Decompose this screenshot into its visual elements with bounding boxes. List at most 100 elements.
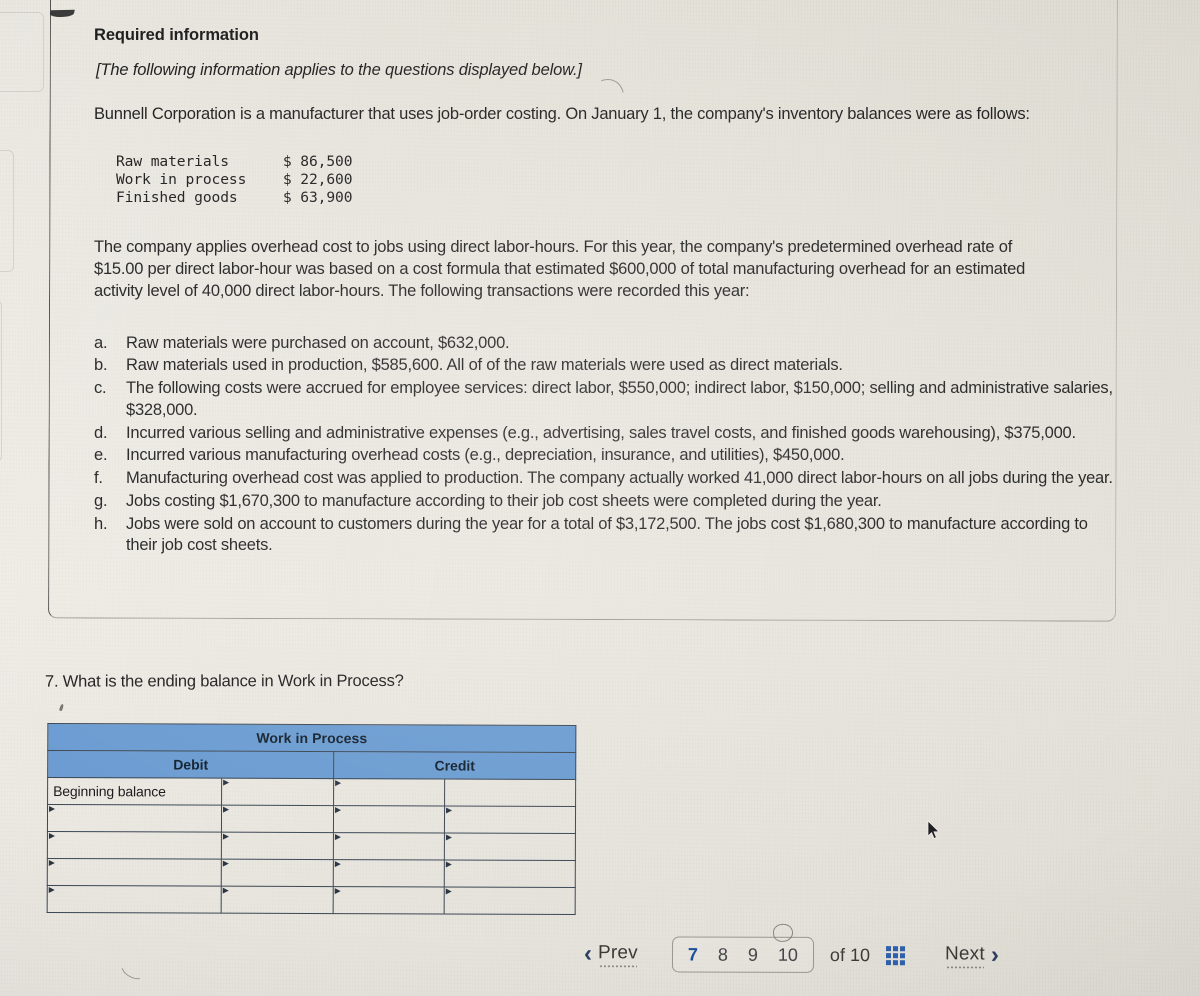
intro-paragraph: Bunnell Corporation is a manufacturer th… [94, 105, 1030, 123]
dropdown-caret-icon[interactable] [334, 888, 341, 895]
background-ghost-panel [0, 300, 2, 462]
debit-amount-cell[interactable] [221, 832, 334, 860]
list-item-text: Incurred various selling and administrat… [126, 423, 1076, 442]
dropdown-caret-icon[interactable] [446, 807, 453, 814]
debit-label-text [48, 818, 221, 819]
grid-dot [885, 959, 891, 965]
credit-amount-cell[interactable] [444, 833, 576, 861]
credit-label-cell[interactable] [333, 832, 445, 861]
list-item-text: Incurred various manufacturing overhead … [126, 446, 845, 465]
debit-label-cell[interactable] [47, 885, 222, 914]
card-content: Required information [The following info… [94, 26, 1113, 558]
dropdown-caret-icon[interactable] [334, 834, 341, 841]
list-item: c. The following costs were accrued for e… [94, 378, 1116, 422]
credit-amount-cell[interactable] [444, 887, 576, 915]
debit-amount-cell[interactable] [221, 778, 334, 806]
overhead-paragraph: The company applies overhead cost to job… [94, 237, 1026, 300]
credit-label-cell[interactable] [333, 778, 445, 807]
table-body: Beginning balance [47, 777, 576, 915]
page-number-10[interactable]: 10 [769, 945, 807, 965]
dropdown-caret-icon[interactable] [223, 779, 230, 786]
dropdown-caret-icon[interactable] [222, 860, 229, 867]
debit-amount-cell[interactable] [221, 805, 334, 833]
dropdown-caret-icon[interactable] [48, 832, 55, 840]
opening-inventory-balances: Raw materials $ 86,500 Work in process $ 2… [116, 153, 1084, 207]
page-number-9[interactable]: 9 [739, 945, 767, 965]
list-item: h. Jobs were sold on account to customers… [94, 514, 1116, 558]
dropdown-caret-icon[interactable] [222, 833, 229, 840]
debit-label-text: Beginning balance [53, 783, 166, 800]
credit-label-cell[interactable] [333, 886, 445, 915]
table-row [47, 831, 576, 861]
next-button[interactable]: Next [945, 943, 985, 967]
stray-pen-squiggle [116, 952, 152, 984]
list-item-text: Manufacturing overhead cost was applied … [126, 469, 1113, 488]
credit-amount-cell[interactable] [444, 860, 576, 888]
debit-label-text [48, 899, 221, 900]
dropdown-caret-icon[interactable] [335, 807, 342, 814]
dropdown-caret-icon[interactable] [223, 806, 230, 813]
prev-chevron-icon[interactable]: ‹ [578, 940, 598, 967]
dropdown-caret-icon[interactable] [445, 861, 452, 868]
table-title-row: Work in Process [47, 723, 576, 753]
work-in-process-table: Work in Process Debit Credit Beginning b… [47, 723, 577, 915]
list-item: a. Raw materials were purchased on accoun… [94, 333, 1116, 355]
background-ghost-panel [0, 12, 44, 92]
debit-label-cell[interactable] [47, 831, 222, 860]
dropdown-caret-icon[interactable] [445, 834, 452, 841]
dropdown-caret-icon[interactable] [48, 886, 55, 894]
debit-label-cell[interactable] [47, 804, 222, 833]
list-item-letter: e. [94, 446, 108, 465]
grid-3x3-icon[interactable] [885, 945, 906, 965]
table-title: Work in Process [47, 723, 576, 753]
balance-amount: $ 63,900 [282, 188, 353, 206]
grid-dot [899, 959, 905, 965]
dropdown-caret-icon[interactable] [334, 861, 341, 868]
dropdown-caret-icon[interactable] [445, 888, 452, 895]
next-chevron-icon[interactable]: › [985, 941, 1005, 968]
credit-label-cell[interactable] [333, 805, 445, 834]
credit-amount-cell[interactable] [444, 806, 576, 834]
balance-amount: $ 22,600 [282, 170, 353, 188]
photographed-page-background: Required information [The following info… [0, 0, 1200, 996]
prev-button[interactable]: Prev [598, 942, 638, 966]
page-title: Required information [94, 26, 259, 44]
debit-label-cell[interactable] [47, 858, 222, 887]
list-item-text: Jobs were sold on account to customers d… [126, 514, 1088, 555]
debit-label-cell[interactable]: Beginning balance [47, 777, 222, 806]
list-item-letter: f. [94, 469, 103, 488]
balance-amount: $ 86,500 [282, 152, 353, 170]
page-number-8[interactable]: 8 [709, 945, 737, 965]
balance-label: Finished goods [116, 188, 238, 206]
page-number-7[interactable]: 7 [679, 945, 707, 965]
list-item-text: Jobs costing $1,670,300 to manufacture a… [126, 491, 882, 510]
dropdown-caret-icon[interactable] [49, 805, 56, 813]
balance-row: Finished goods $ 63,900 [116, 188, 353, 206]
debit-amount-cell[interactable] [221, 859, 334, 887]
list-item-text: Raw materials used in production, $585,6… [126, 356, 843, 375]
grid-dot [885, 952, 892, 958]
list-item-letter: d. [94, 423, 108, 442]
list-item: f. Manufacturing overhead cost was applie… [94, 468, 1116, 490]
list-item-letter: g. [94, 491, 108, 510]
credit-amount-cell[interactable] [444, 779, 576, 807]
question-number: 7. [44, 672, 59, 691]
credit-label-cell[interactable] [333, 859, 445, 888]
page-number-group[interactable]: 7 8 9 10 [671, 936, 815, 973]
dropdown-caret-icon[interactable] [48, 859, 55, 867]
dropdown-caret-icon[interactable] [222, 887, 229, 894]
list-item: d. Incurred various selling and administr… [94, 423, 1116, 445]
table-row [47, 858, 576, 888]
list-item-letter: a. [94, 333, 108, 352]
applies-note: [The following information applies to th… [96, 61, 582, 79]
list-item-letter: b. [94, 356, 108, 375]
pagination-bar: ‹ Prev 7 8 9 10 of 10 Next › [578, 922, 1098, 978]
question-prompt: 7. What is the ending balance in Work in… [45, 671, 665, 691]
debit-amount-cell[interactable] [221, 886, 334, 914]
balance-label: Raw materials [116, 152, 229, 170]
debit-label-text [48, 872, 221, 873]
grid-dot [893, 945, 899, 951]
dropdown-caret-icon[interactable] [335, 780, 342, 787]
list-item-letter: c. [94, 379, 107, 398]
table-row [47, 885, 576, 915]
